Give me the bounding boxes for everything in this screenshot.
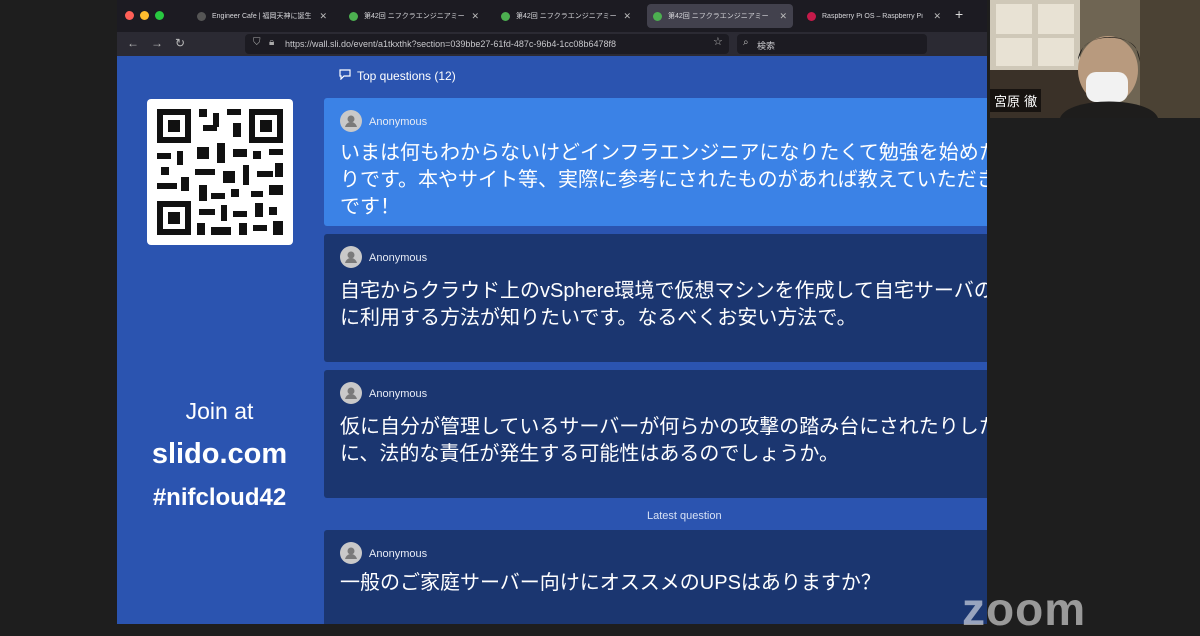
tab-title: Raspberry Pi OS – Raspberry Pi xyxy=(822,12,923,20)
avatar-icon xyxy=(340,542,362,564)
join-label: Join at xyxy=(185,398,254,424)
question-text: 自宅からクラウド上のvSphere環境で仮想マシンを作成して自宅サーバのように利… xyxy=(340,280,987,329)
raspberry-pi-favicon-icon xyxy=(807,11,816,21)
webcam-video: 宮原 徹 xyxy=(990,0,1200,118)
address-bar[interactable]: ⛉ 🔒︎ https://wall.sli.do/event/a1tkxthk?… xyxy=(245,34,729,54)
zoom-watermark: zoom xyxy=(962,583,1087,635)
avatar-icon xyxy=(340,246,362,268)
question-author: Anonymous xyxy=(369,388,428,400)
question-card: Anonymous 0 一般のご家庭サーバー向けにオススメのUPSはありますか？ xyxy=(324,530,987,624)
reload-icon[interactable]: ↻ xyxy=(175,36,185,50)
url-text[interactable]: https://wall.sli.do/event/a1tkxthk?secti… xyxy=(285,39,616,49)
qr-code-image xyxy=(157,109,283,235)
qr-code xyxy=(147,99,293,245)
question-author: Anonymous xyxy=(369,116,428,128)
avatar-icon xyxy=(340,382,362,404)
slido-wall: Join at slido.com #nifcloud42 Top questi… xyxy=(117,56,987,624)
latest-question-label: Latest question xyxy=(647,510,722,522)
tab-title: Engineer Cafe | 福岡天神に誕生 xyxy=(212,13,312,20)
speech-bubble-icon xyxy=(339,69,351,83)
question-author: Anonymous xyxy=(369,252,428,264)
tab-bar: Engineer Cafe | 福岡天神に誕生 ✕ 第42回 ニフクラエンジニア… xyxy=(117,0,987,32)
question-text: 一般のご家庭サーバー向けにオススメのUPSはありますか？ xyxy=(340,572,881,594)
maximize-window-button[interactable] xyxy=(155,11,164,20)
shield-icon[interactable]: ⛉ xyxy=(253,37,261,48)
site-favicon-icon xyxy=(653,11,662,21)
close-tab-icon[interactable]: ✕ xyxy=(319,11,333,22)
join-site: slido.com xyxy=(151,438,288,470)
site-favicon-icon xyxy=(349,11,358,21)
back-arrow-icon[interactable]: ← xyxy=(127,36,139,50)
question-card: Anonymous 0 自宅からクラウド上のvSphere環境で仮想マシンを作成… xyxy=(324,234,987,362)
tab-title: 第42回 ニフクラエンジニアミー xyxy=(364,13,465,20)
tab-title: 第42回 ニフクラエンジニアミー xyxy=(668,13,769,20)
top-questions-header: Top questions (12) xyxy=(339,69,456,83)
browser-window: Engineer Cafe | 福岡天神に誕生 ✕ 第42回 ニフクラエンジニア… xyxy=(117,0,987,624)
site-favicon-icon xyxy=(501,11,510,21)
browser-tab[interactable]: Engineer Cafe | 福岡天神に誕生 ✕ xyxy=(191,4,333,28)
site-favicon-icon xyxy=(197,11,206,21)
lock-icon[interactable]: 🔒︎ xyxy=(269,37,274,48)
search-placeholder[interactable]: 検索 xyxy=(757,39,775,52)
search-icon: ⌕ xyxy=(743,37,749,48)
close-tab-icon[interactable]: ✕ xyxy=(933,11,947,22)
browser-tab[interactable]: 第42回 ニフクラエンジニアミー ✕ xyxy=(343,4,485,28)
top-questions-label: Top questions (12) xyxy=(357,69,456,83)
close-tab-icon[interactable]: ✕ xyxy=(471,11,485,22)
question-author: Anonymous xyxy=(369,548,428,560)
question-text: 仮に自分が管理しているサーバーが何らかの攻撃の踏み台にされたりした場合に、法的な… xyxy=(340,416,987,465)
question-card: Anonymous 0 仮に自分が管理しているサーバーが何らかの攻撃の踏み台にさ… xyxy=(324,370,987,498)
new-tab-button[interactable]: + xyxy=(955,6,963,22)
avatar-icon xyxy=(340,110,362,132)
question-card: Anonymous 1 いまは何もわからないけどインフラエンジニアになりたくて勉… xyxy=(324,98,987,226)
event-code: #nifcloud42 xyxy=(152,484,287,511)
browser-tab[interactable]: 第42回 ニフクラエンジニアミー ✕ xyxy=(495,4,637,28)
minimize-window-button[interactable] xyxy=(140,11,149,20)
window-controls xyxy=(125,11,164,20)
navigation-toolbar: ← → ↻ ⛉ 🔒︎ https://wall.sli.do/event/a1t… xyxy=(117,32,987,56)
forward-arrow-icon[interactable]: → xyxy=(151,36,163,50)
close-tab-icon[interactable]: ✕ xyxy=(623,11,637,22)
participant-name: 宮原 徹 xyxy=(990,89,1042,112)
browser-tab-active[interactable]: 第42回 ニフクラエンジニアミー ✕ xyxy=(647,4,793,28)
close-tab-icon[interactable]: ✕ xyxy=(779,11,793,22)
search-box[interactable]: ⌕ 検索 xyxy=(737,34,927,54)
tab-title: 第42回 ニフクラエンジニアミー xyxy=(516,13,617,20)
bookmark-star-icon[interactable]: ☆ xyxy=(713,35,723,48)
browser-tab[interactable]: Raspberry Pi OS – Raspberry Pi ✕ xyxy=(801,4,947,28)
question-text: いまは何もわからないけどインフラエンジニアになりたくて勉強を始めたばかりです。本… xyxy=(340,142,987,218)
close-window-button[interactable] xyxy=(125,11,134,20)
